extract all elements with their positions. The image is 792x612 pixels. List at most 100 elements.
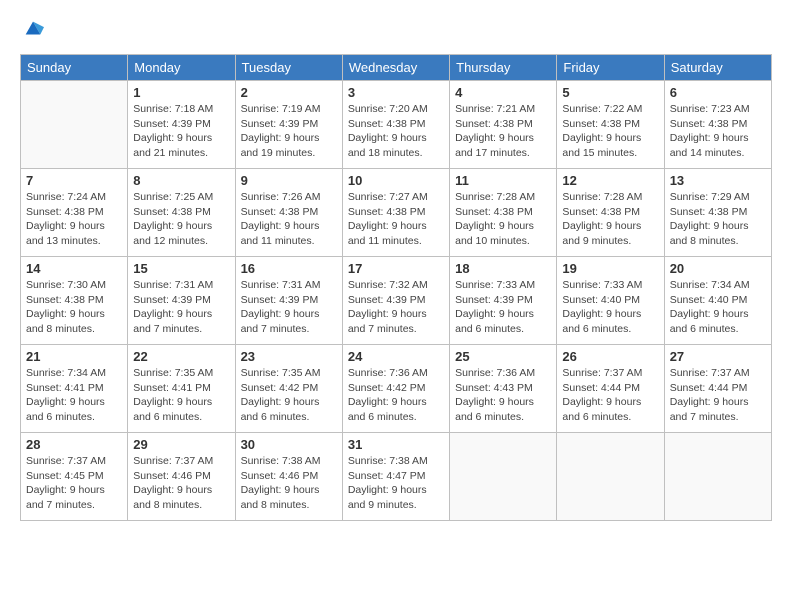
day-cell <box>21 81 128 169</box>
week-row-2: 14 Sunrise: 7:30 AMSunset: 4:38 PMDayligh… <box>21 257 772 345</box>
calendar-table: SundayMondayTuesdayWednesdayThursdayFrid… <box>20 54 772 521</box>
day-cell: 22Sunrise: 7:35 AMSunset: 4:41 PMDayligh… <box>128 345 235 433</box>
day-cell: 26 Sunrise: 7:37 AMSunset: 4:44 PMDayligh… <box>557 345 664 433</box>
day-info: Sunrise: 7:37 AMSunset: 4:45 PMDaylight:… <box>26 454 122 513</box>
day-cell: 17 Sunrise: 7:32 AMSunset: 4:39 PMDayligh… <box>342 257 449 345</box>
day-number: 6 <box>670 85 766 100</box>
day-number: 17 <box>348 261 444 276</box>
day-cell: 28 Sunrise: 7:37 AMSunset: 4:45 PMDayligh… <box>21 433 128 521</box>
day-cell: 31 Sunrise: 7:38 AMSunset: 4:47 PMDayligh… <box>342 433 449 521</box>
day-number: 28 <box>26 437 122 452</box>
day-info: Sunrise: 7:21 AMSunset: 4:38 PMDaylight:… <box>455 102 551 161</box>
day-number: 16 <box>241 261 337 276</box>
day-info: Sunrise: 7:24 AMSunset: 4:38 PMDaylight:… <box>26 190 122 249</box>
day-cell: 24 Sunrise: 7:36 AMSunset: 4:42 PMDayligh… <box>342 345 449 433</box>
day-number: 23 <box>241 349 337 364</box>
day-number: 8 <box>133 173 229 188</box>
day-info: Sunrise: 7:35 AMSunset: 4:42 PMDaylight:… <box>241 366 337 425</box>
day-cell: 1 Sunrise: 7:18 AMSunset: 4:39 PMDaylight… <box>128 81 235 169</box>
day-number: 13 <box>670 173 766 188</box>
day-number: 1 <box>133 85 229 100</box>
day-number: 10 <box>348 173 444 188</box>
day-cell: 18 Sunrise: 7:33 AMSunset: 4:39 PMDayligh… <box>450 257 557 345</box>
week-row-4: 28 Sunrise: 7:37 AMSunset: 4:45 PMDayligh… <box>21 433 772 521</box>
day-number: 26 <box>562 349 658 364</box>
col-header-friday: Friday <box>557 55 664 81</box>
day-info: Sunrise: 7:36 AMSunset: 4:43 PMDaylight:… <box>455 366 551 425</box>
day-info: Sunrise: 7:37 AMSunset: 4:44 PMDaylight:… <box>562 366 658 425</box>
week-row-0: 1 Sunrise: 7:18 AMSunset: 4:39 PMDaylight… <box>21 81 772 169</box>
day-number: 19 <box>562 261 658 276</box>
day-cell <box>557 433 664 521</box>
day-cell: 15 Sunrise: 7:31 AMSunset: 4:39 PMDayligh… <box>128 257 235 345</box>
day-number: 31 <box>348 437 444 452</box>
day-info: Sunrise: 7:23 AMSunset: 4:38 PMDaylight:… <box>670 102 766 161</box>
day-cell: 4 Sunrise: 7:21 AMSunset: 4:38 PMDaylight… <box>450 81 557 169</box>
col-header-saturday: Saturday <box>664 55 771 81</box>
day-info: Sunrise: 7:19 AMSunset: 4:39 PMDaylight:… <box>241 102 337 161</box>
day-number: 27 <box>670 349 766 364</box>
day-cell: 27 Sunrise: 7:37 AMSunset: 4:44 PMDayligh… <box>664 345 771 433</box>
day-info: Sunrise: 7:38 AMSunset: 4:46 PMDaylight:… <box>241 454 337 513</box>
day-cell: 30 Sunrise: 7:38 AMSunset: 4:46 PMDayligh… <box>235 433 342 521</box>
day-cell: 19 Sunrise: 7:33 AMSunset: 4:40 PMDayligh… <box>557 257 664 345</box>
day-number: 15 <box>133 261 229 276</box>
day-cell: 16 Sunrise: 7:31 AMSunset: 4:39 PMDayligh… <box>235 257 342 345</box>
day-info: Sunrise: 7:31 AMSunset: 4:39 PMDaylight:… <box>241 278 337 337</box>
col-header-wednesday: Wednesday <box>342 55 449 81</box>
day-cell: 6 Sunrise: 7:23 AMSunset: 4:38 PMDaylight… <box>664 81 771 169</box>
col-header-thursday: Thursday <box>450 55 557 81</box>
day-info: Sunrise: 7:30 AMSunset: 4:38 PMDaylight:… <box>26 278 122 337</box>
day-info: Sunrise: 7:20 AMSunset: 4:38 PMDaylight:… <box>348 102 444 161</box>
day-cell: 29 Sunrise: 7:37 AMSunset: 4:46 PMDayligh… <box>128 433 235 521</box>
day-number: 24 <box>348 349 444 364</box>
logo-icon <box>22 18 44 40</box>
day-info: Sunrise: 7:27 AMSunset: 4:38 PMDaylight:… <box>348 190 444 249</box>
day-number: 4 <box>455 85 551 100</box>
logo <box>20 18 44 40</box>
day-info: Sunrise: 7:31 AMSunset: 4:39 PMDaylight:… <box>133 278 229 337</box>
col-header-sunday: Sunday <box>21 55 128 81</box>
day-info: Sunrise: 7:28 AMSunset: 4:38 PMDaylight:… <box>455 190 551 249</box>
page-container: SundayMondayTuesdayWednesdayThursdayFrid… <box>0 0 792 531</box>
day-cell: 2 Sunrise: 7:19 AMSunset: 4:39 PMDaylight… <box>235 81 342 169</box>
day-info: Sunrise: 7:25 AMSunset: 4:38 PMDaylight:… <box>133 190 229 249</box>
day-info: Sunrise: 7:37 AMSunset: 4:44 PMDaylight:… <box>670 366 766 425</box>
day-number: 14 <box>26 261 122 276</box>
day-number: 3 <box>348 85 444 100</box>
day-number: 22 <box>133 349 229 364</box>
col-header-monday: Monday <box>128 55 235 81</box>
day-info: Sunrise: 7:29 AMSunset: 4:38 PMDaylight:… <box>670 190 766 249</box>
day-number: 5 <box>562 85 658 100</box>
day-number: 30 <box>241 437 337 452</box>
day-cell: 20Sunrise: 7:34 AMSunset: 4:40 PMDayligh… <box>664 257 771 345</box>
day-info: Sunrise: 7:32 AMSunset: 4:39 PMDaylight:… <box>348 278 444 337</box>
day-number: 18 <box>455 261 551 276</box>
day-cell: 11 Sunrise: 7:28 AMSunset: 4:38 PMDayligh… <box>450 169 557 257</box>
day-info: Sunrise: 7:33 AMSunset: 4:39 PMDaylight:… <box>455 278 551 337</box>
day-info: Sunrise: 7:36 AMSunset: 4:42 PMDaylight:… <box>348 366 444 425</box>
day-cell: 5Sunrise: 7:22 AMSunset: 4:38 PMDaylight… <box>557 81 664 169</box>
day-info: Sunrise: 7:33 AMSunset: 4:40 PMDaylight:… <box>562 278 658 337</box>
col-header-tuesday: Tuesday <box>235 55 342 81</box>
day-cell: 14 Sunrise: 7:30 AMSunset: 4:38 PMDayligh… <box>21 257 128 345</box>
day-cell: 7 Sunrise: 7:24 AMSunset: 4:38 PMDaylight… <box>21 169 128 257</box>
day-number: 29 <box>133 437 229 452</box>
day-cell <box>664 433 771 521</box>
day-info: Sunrise: 7:18 AMSunset: 4:39 PMDaylight:… <box>133 102 229 161</box>
day-cell <box>450 433 557 521</box>
day-cell: 25 Sunrise: 7:36 AMSunset: 4:43 PMDayligh… <box>450 345 557 433</box>
day-info: Sunrise: 7:37 AMSunset: 4:46 PMDaylight:… <box>133 454 229 513</box>
day-cell: 23 Sunrise: 7:35 AMSunset: 4:42 PMDayligh… <box>235 345 342 433</box>
week-row-3: 21Sunrise: 7:34 AMSunset: 4:41 PMDayligh… <box>21 345 772 433</box>
day-cell: 12Sunrise: 7:28 AMSunset: 4:38 PMDayligh… <box>557 169 664 257</box>
header <box>20 18 772 40</box>
day-number: 7 <box>26 173 122 188</box>
day-cell: 3 Sunrise: 7:20 AMSunset: 4:38 PMDaylight… <box>342 81 449 169</box>
day-number: 2 <box>241 85 337 100</box>
day-info: Sunrise: 7:38 AMSunset: 4:47 PMDaylight:… <box>348 454 444 513</box>
day-cell: 8 Sunrise: 7:25 AMSunset: 4:38 PMDaylight… <box>128 169 235 257</box>
day-number: 11 <box>455 173 551 188</box>
day-number: 21 <box>26 349 122 364</box>
day-number: 25 <box>455 349 551 364</box>
